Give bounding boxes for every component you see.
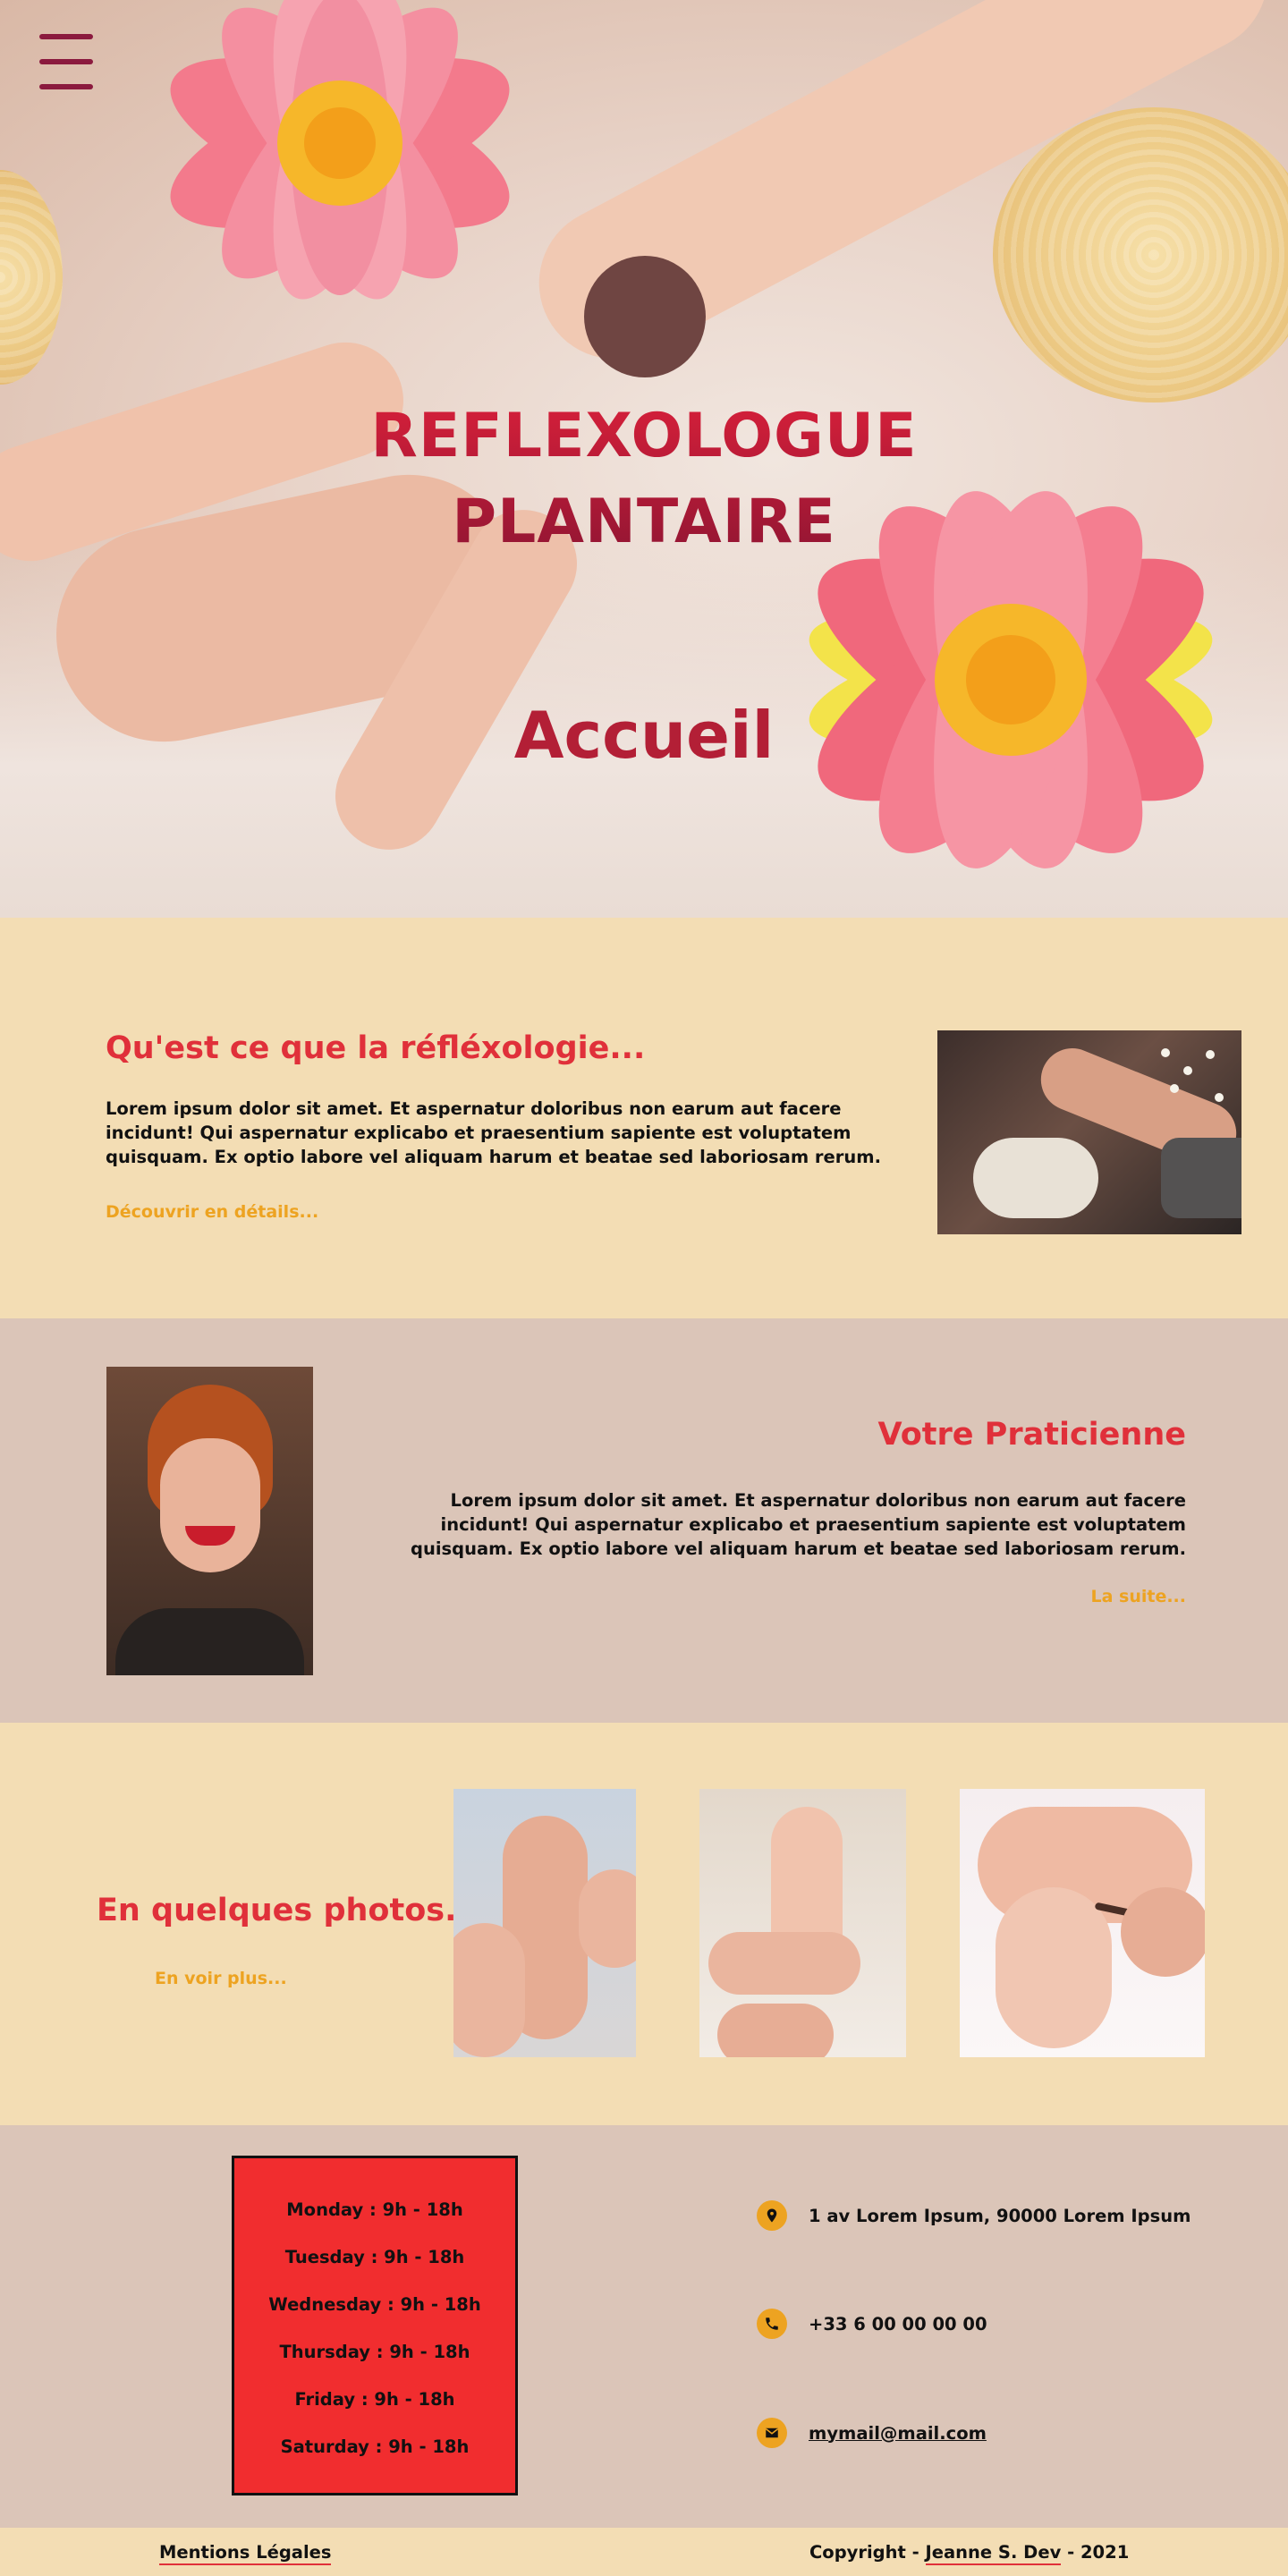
copyright-prefix: Copyright -	[809, 2542, 926, 2563]
hours-row: Monday : 9h - 18h	[286, 2199, 463, 2220]
practitioner-section: Votre Praticienne Lorem ipsum dolor sit …	[0, 1318, 1288, 1723]
contact-email: mymail@mail.com	[757, 2418, 987, 2448]
hero-title-line-1: REFLEXOLOGUE	[370, 401, 918, 471]
photos-title: En quelques photos...	[97, 1893, 480, 1928]
hours-row: Saturday : 9h - 18h	[280, 2436, 470, 2457]
hero-banner: REFLEXOLOGUE PLANTAIRE Accueil	[0, 0, 1288, 918]
photo-pants-shape	[1161, 1138, 1241, 1218]
menu-bar	[39, 34, 93, 39]
contact-phone: +33 6 00 00 00 00	[757, 2309, 987, 2339]
practitioner-portrait	[106, 1367, 313, 1675]
bokeh-light	[1206, 1050, 1215, 1059]
hours-row: Wednesday : 9h - 18h	[268, 2294, 481, 2315]
discover-more-link[interactable]: Découvrir en détails...	[106, 1202, 318, 1222]
menu-bar	[39, 84, 93, 89]
about-reflexology-section: Qu'est ce que la réfléxologie... Lorem i…	[0, 918, 1288, 1318]
photo-hand-shape	[453, 1923, 525, 2057]
photos-section: En quelques photos... En voir plus...	[0, 1723, 1288, 2125]
photo-hand-shape	[1121, 1887, 1205, 1977]
hero-sponge-decoration	[0, 170, 63, 385]
hours-row: Thursday : 9h - 18h	[279, 2342, 470, 2362]
about-title: Qu'est ce que la réfléxologie...	[106, 1030, 646, 1066]
email-link[interactable]: mymail@mail.com	[809, 2423, 987, 2444]
author-link[interactable]: Jeanne S. Dev	[925, 2542, 1062, 2565]
bokeh-light	[1161, 1048, 1170, 1057]
read-more-link[interactable]: La suite...	[1090, 1587, 1186, 1606]
photo-hand-shape	[579, 1869, 636, 1968]
photo-hand-shape	[708, 1932, 860, 1995]
phone-icon	[757, 2309, 787, 2339]
hero-title: REFLEXOLOGUE PLANTAIRE	[322, 394, 966, 565]
page-subtitle: Accueil	[513, 698, 775, 773]
gallery-photo-3[interactable]	[960, 1789, 1205, 2057]
see-more-photos-link[interactable]: En voir plus...	[155, 1969, 287, 1988]
hero-title-line-2: PLANTAIRE	[452, 487, 836, 557]
hours-row: Friday : 9h - 18h	[294, 2389, 455, 2410]
phone-text: +33 6 00 00 00 00	[809, 2313, 987, 2334]
copyright-suffix: - 2021	[1061, 2542, 1130, 2563]
photo-foot-shape	[996, 1887, 1112, 2048]
contact-address: 1 av Lorem Ipsum, 90000 Lorem Ipsum	[757, 2200, 1191, 2231]
gallery-photo-1[interactable]	[453, 1789, 636, 2057]
practitioner-title: Votre Praticienne	[877, 1417, 1186, 1453]
practitioner-text: Lorem ipsum dolor sit amet. Et aspernatu…	[411, 1490, 1186, 1559]
logo-circle	[584, 256, 706, 377]
hours-row: Tuesday : 9h - 18h	[284, 2247, 465, 2267]
info-section: Monday : 9h - 18h Tuesday : 9h - 18h Wed…	[0, 2125, 1288, 2528]
legal-notice-link[interactable]: Mentions Légales	[159, 2542, 332, 2565]
photo-pillow-shape	[973, 1138, 1098, 1218]
mail-icon	[757, 2418, 787, 2448]
hamburger-menu-icon[interactable]	[39, 34, 93, 91]
menu-bar	[39, 59, 93, 64]
lotus-flower-decoration	[170, 0, 510, 300]
portrait-shirt-shape	[115, 1608, 304, 1675]
copyright: Copyright - Jeanne S. Dev - 2021	[809, 2542, 1130, 2565]
footer: Mentions Légales Copyright - Jeanne S. D…	[0, 2528, 1288, 2576]
photo-hand-shape	[717, 2004, 834, 2057]
portrait-face-shape	[160, 1438, 260, 1572]
bokeh-light	[1215, 1093, 1224, 1102]
bokeh-light	[1183, 1066, 1192, 1075]
address-text: 1 av Lorem Ipsum, 90000 Lorem Ipsum	[809, 2205, 1191, 2226]
about-text: Lorem ipsum dolor sit amet. Et aspernatu…	[106, 1098, 881, 1167]
hero-sponge-decoration	[993, 107, 1288, 402]
gallery-photo-2[interactable]	[699, 1789, 906, 2057]
location-pin-icon	[757, 2200, 787, 2231]
foot-massage-photo	[937, 1030, 1241, 1234]
bokeh-light	[1170, 1084, 1179, 1093]
opening-hours-box: Monday : 9h - 18h Tuesday : 9h - 18h Wed…	[232, 2156, 518, 2496]
